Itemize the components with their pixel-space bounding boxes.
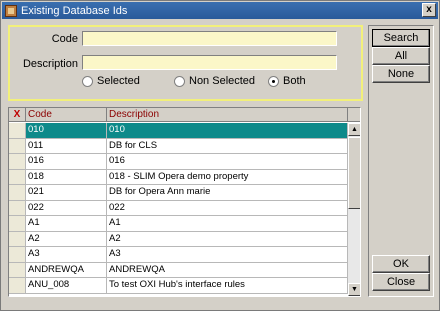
- description-cell[interactable]: A1: [107, 216, 348, 231]
- down-arrow-icon[interactable]: ▼: [348, 283, 360, 296]
- search-criteria-panel: Code Description Selected Non Selected B…: [8, 25, 363, 101]
- up-arrow-icon[interactable]: ▲: [348, 123, 360, 136]
- table-row[interactable]: 022 022: [9, 200, 348, 216]
- code-cell[interactable]: 010: [26, 123, 107, 138]
- code-cell[interactable]: 011: [26, 138, 107, 153]
- app-icon: [5, 4, 17, 17]
- search-button[interactable]: Search: [372, 29, 430, 47]
- title-bar: Existing Database Ids x: [2, 2, 438, 19]
- table-row[interactable]: ANDREWQA ANDREWQA: [9, 262, 348, 278]
- code-cell[interactable]: 021: [26, 185, 107, 200]
- code-cell[interactable]: A3: [26, 247, 107, 262]
- row-select-cell[interactable]: [9, 169, 26, 184]
- row-select-cell[interactable]: [9, 185, 26, 200]
- description-input[interactable]: [82, 55, 337, 70]
- radio-non-selected-label: Non Selected: [189, 75, 256, 87]
- table-row[interactable]: 018 018 - SLIM Opera demo property: [9, 169, 348, 185]
- description-cell[interactable]: 016: [107, 154, 348, 169]
- description-cell[interactable]: A3: [107, 247, 348, 262]
- select-none-button[interactable]: None: [372, 65, 430, 83]
- code-cell[interactable]: ANU_008: [26, 278, 107, 293]
- grid-rows: 010 010 011 DB for CLS 016 016 018 018 - SLIM O…: [9, 123, 348, 294]
- row-select-cell[interactable]: [9, 123, 26, 138]
- description-cell[interactable]: DB for CLS: [107, 138, 348, 153]
- row-select-cell[interactable]: [9, 200, 26, 215]
- description-cell[interactable]: A2: [107, 231, 348, 246]
- code-input[interactable]: [82, 31, 337, 46]
- row-select-cell[interactable]: [9, 231, 26, 246]
- code-label: Code: [51, 33, 78, 45]
- description-cell[interactable]: 018 - SLIM Opera demo property: [107, 169, 348, 184]
- table-row[interactable]: A2 A2: [9, 231, 348, 247]
- code-cell[interactable]: ANDREWQA: [26, 262, 107, 277]
- row-select-cell[interactable]: [9, 154, 26, 169]
- scrollbar-thumb[interactable]: [348, 137, 360, 209]
- code-cell[interactable]: 022: [26, 200, 107, 215]
- vertical-scrollbar[interactable]: ▲ ▼: [348, 123, 360, 296]
- radio-both-label: Both: [283, 75, 306, 87]
- row-select-cell[interactable]: [9, 262, 26, 277]
- code-cell[interactable]: A2: [26, 231, 107, 246]
- select-column-header[interactable]: X: [9, 108, 26, 122]
- table-row[interactable]: 016 016: [9, 154, 348, 170]
- table-row[interactable]: ANU_008 To test OXI Hub's interface rules: [9, 278, 348, 294]
- description-cell[interactable]: DB for Opera Ann marie: [107, 185, 348, 200]
- row-select-cell[interactable]: [9, 247, 26, 262]
- description-cell[interactable]: ANDREWQA: [107, 262, 348, 277]
- description-column-header[interactable]: Description: [107, 108, 348, 122]
- select-all-button[interactable]: All: [372, 47, 430, 65]
- row-select-cell[interactable]: [9, 216, 26, 231]
- radio-non-selected[interactable]: Non Selected: [174, 75, 255, 87]
- table-row[interactable]: 021 DB for Opera Ann marie: [9, 185, 348, 201]
- description-label: Description: [22, 58, 78, 70]
- table-row[interactable]: 011 DB for CLS: [9, 138, 348, 154]
- radio-selected[interactable]: Selected: [82, 75, 140, 87]
- description-cell[interactable]: 010: [107, 123, 348, 138]
- radio-selected-label: Selected: [97, 75, 140, 87]
- description-cell[interactable]: 022: [107, 200, 348, 215]
- radio-selected-dot[interactable]: [82, 75, 93, 87]
- table-row[interactable]: 010 010: [9, 123, 348, 139]
- ok-button[interactable]: OK: [372, 255, 430, 273]
- row-select-cell[interactable]: [9, 138, 26, 153]
- radio-both-dot[interactable]: [268, 75, 279, 87]
- close-button[interactable]: Close: [372, 273, 430, 291]
- window-title: Existing Database Ids: [21, 4, 128, 17]
- close-window-button[interactable]: x: [422, 3, 436, 17]
- database-ids-grid: X Code Description 010 010 011 DB for CLS 01…: [8, 107, 361, 297]
- code-cell[interactable]: 018: [26, 169, 107, 184]
- row-select-cell[interactable]: [9, 278, 26, 293]
- code-column-header[interactable]: Code: [26, 108, 107, 122]
- dialog-window: Existing Database Ids x Code Description…: [0, 0, 440, 311]
- table-row[interactable]: A3 A3: [9, 247, 348, 263]
- radio-both[interactable]: Both: [268, 75, 306, 87]
- radio-non-selected-dot[interactable]: [174, 75, 185, 87]
- grid-header: X Code Description: [9, 108, 360, 122]
- code-cell[interactable]: 016: [26, 154, 107, 169]
- description-cell[interactable]: To test OXI Hub's interface rules: [107, 278, 348, 293]
- code-cell[interactable]: A1: [26, 216, 107, 231]
- table-row[interactable]: A1 A1: [9, 216, 348, 232]
